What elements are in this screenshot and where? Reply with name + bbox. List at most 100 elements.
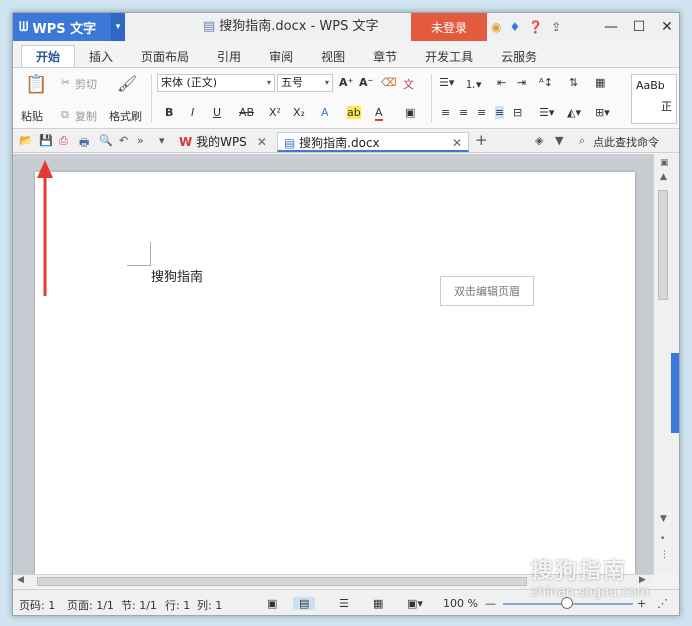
outdent-icon[interactable]: ⇤ [497,76,506,89]
login-button[interactable]: 未登录 [411,13,487,41]
copy-icon[interactable]: ⧉ [61,108,69,122]
tab-developer[interactable]: 开发工具 [411,45,487,67]
prev-page-icon[interactable]: • [660,534,665,544]
horizontal-scroll-thumb[interactable] [37,577,527,586]
font-color-icon[interactable]: A [375,106,383,121]
shrink-font-icon[interactable]: A⁻ [359,76,373,89]
italic-icon[interactable]: I [191,106,194,119]
align-right-icon[interactable]: ≡ [477,106,486,119]
fullscreen-icon[interactable]: ▣ [267,597,277,610]
tab-insert[interactable]: 插入 [75,45,127,67]
chevron-down-icon[interactable]: ▾ [159,134,165,147]
distribute-icon[interactable]: ⊟ [513,106,522,119]
scroll-down-icon[interactable]: ▼ [660,514,667,524]
tab-home[interactable]: 开始 [21,45,76,67]
status-column[interactable]: 列: 1 [197,597,222,613]
zoom-level[interactable]: 100 % [443,597,478,610]
text-effect-icon[interactable]: A [321,106,329,119]
bullet-list-icon[interactable]: ☰▾ [439,76,454,89]
status-page-number[interactable]: 页码: 1 [19,597,55,613]
scroll-left-icon[interactable]: ◀ [17,575,24,585]
clear-format-icon[interactable]: ⌫ [381,76,397,89]
pin-icon[interactable]: ▼ [555,134,563,147]
align-left-icon[interactable]: ≡ [441,106,450,119]
minimize-icon[interactable]: — [597,13,625,41]
search-icon[interactable]: ⌕ [579,134,585,148]
document-body-text[interactable]: 搜狗指南 [151,266,203,285]
print-icon[interactable]: 🖶 [79,134,89,153]
page-view-icon[interactable]: ▤ [293,597,316,610]
table-icon[interactable]: ▦ [595,76,605,89]
tab-my-wps[interactable]: W 我的WPS ✕ [173,132,273,152]
status-pages[interactable]: 页面: 1/1 [67,597,114,613]
highlight-icon[interactable]: ab [347,106,361,119]
font-size-select[interactable]: 五号 ▾ [277,74,333,92]
style-gallery[interactable]: AaBb 正 [631,74,677,124]
grow-font-icon[interactable]: A⁺ [339,76,353,89]
text-direction-icon[interactable]: ᴬ↕ [539,76,553,89]
edit-header-hint[interactable]: 双击编辑页眉 [440,276,534,306]
skin-icon[interactable]: ♦ [509,20,520,34]
new-tab-icon[interactable]: + [475,131,488,149]
close-icon[interactable]: ✕ [452,133,462,153]
paste-button[interactable]: 粘贴 [21,108,43,124]
cut-button[interactable]: 剪切 [75,76,97,92]
scroll-up-icon[interactable]: ▲ [660,172,667,182]
tab-section[interactable]: 章节 [359,45,411,67]
superscript-icon[interactable]: X² [269,106,281,119]
export-pdf-icon[interactable]: ⎙ [59,134,68,148]
tab-cloud[interactable]: 云服务 [487,45,551,67]
close-icon[interactable]: ✕ [653,13,679,41]
help-icon[interactable]: ❓ [528,20,543,34]
resize-grip-icon[interactable]: ⋰ [657,597,668,610]
share-icon[interactable]: ⇪ [551,20,561,34]
side-panel-toggle[interactable] [671,353,679,433]
zoom-out-icon[interactable]: — [485,597,496,610]
dropbox-icon[interactable]: ◈ [535,134,543,147]
status-row[interactable]: 行: 1 [165,597,190,613]
phonetic-icon[interactable]: 文 [403,76,414,92]
command-search-input[interactable]: 点此查找命令 [593,134,659,150]
app-menu-button[interactable]: ᗯ WPS 文字 ▾ [13,13,125,41]
color-ball-icon[interactable]: ◉ [491,20,501,34]
page-setup-icon[interactable]: ▣ [660,158,669,168]
cut-icon[interactable]: ✂ [61,76,70,89]
vertical-scroll-thumb[interactable] [658,190,668,300]
tab-page-layout[interactable]: 页面布局 [127,45,203,67]
tab-references[interactable]: 引用 [203,45,255,67]
print-preview-icon[interactable]: 🔍 [99,134,113,147]
char-shading-icon[interactable]: ▣ [405,106,415,119]
numbered-list-icon[interactable]: ⒈▾ [465,76,482,92]
tab-review[interactable]: 审阅 [255,45,307,67]
strikethrough-icon[interactable]: AB [239,106,254,119]
shading-icon[interactable]: ◭▾ [567,106,581,119]
bold-icon[interactable]: B [165,106,173,119]
align-center-icon[interactable]: ≡ [459,106,468,119]
next-page-icon[interactable]: ⋮ [660,550,669,560]
indent-icon[interactable]: ⇥ [517,76,526,89]
underline-icon[interactable]: U [213,106,221,119]
status-section[interactable]: 节: 1/1 [121,597,157,613]
format-painter-button[interactable]: 格式刷 [109,108,142,124]
copy-button[interactable]: 复制 [75,108,97,124]
font-name-select[interactable]: 宋体 (正文) ▾ [157,74,275,92]
border-icon[interactable]: ⊞▾ [595,106,610,119]
line-spacing-icon[interactable]: ☰▾ [539,106,554,119]
undo-icon[interactable]: ↶ [119,134,128,147]
outline-view-icon[interactable]: ☰ [339,597,349,610]
more-icon[interactable]: » [137,134,144,147]
open-folder-icon[interactable]: 📂 [19,134,33,147]
subscript-icon[interactable]: X₂ [293,106,305,119]
close-icon[interactable]: ✕ [257,135,267,149]
document-page[interactable]: 搜狗指南 双击编辑页眉 [35,172,635,574]
sort-icon[interactable]: ⇅ [569,76,578,89]
web-view-icon[interactable]: ▦ [373,597,383,610]
paste-icon[interactable]: 📋 [25,74,47,95]
brush-icon[interactable]: 🖌 [117,74,137,93]
save-icon[interactable]: 💾 [39,134,53,147]
reading-view-icon[interactable]: ▣▾ [407,597,423,610]
chevron-down-icon[interactable]: ▾ [111,13,125,41]
maximize-icon[interactable]: ☐ [625,13,653,41]
justify-icon[interactable]: ≡ [495,106,505,119]
tab-current-document[interactable]: ▤ 搜狗指南.docx ✕ [277,132,469,152]
